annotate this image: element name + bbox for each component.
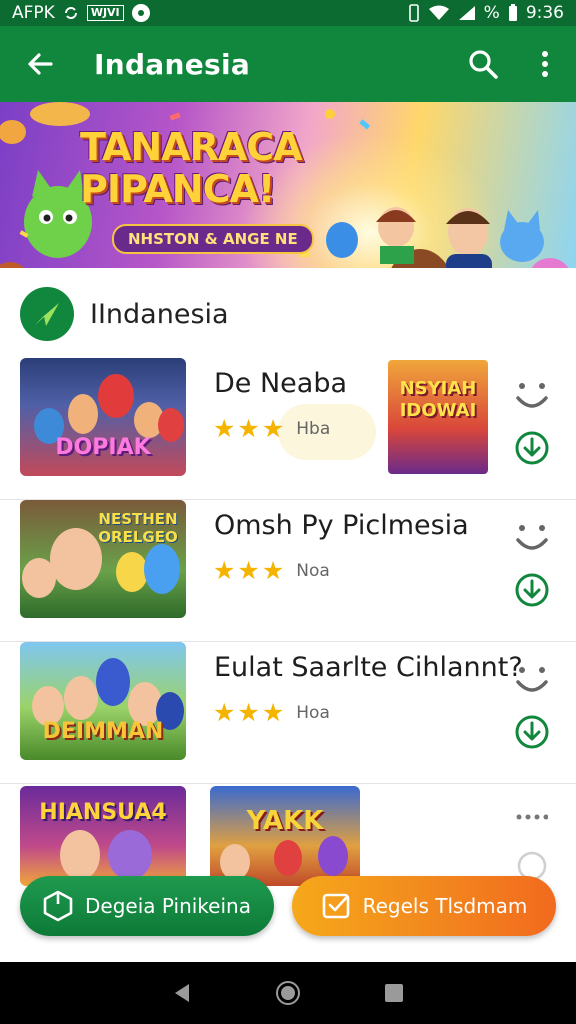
star-icon: ★ [261,698,285,727]
star-icon: ★ [261,414,285,443]
system-nav-bar [0,962,576,1024]
section-header: IIndanesia [0,268,576,360]
rating-label: Noa [296,560,330,581]
nav-home-icon[interactable] [275,980,301,1006]
vibrate-icon [408,4,419,22]
search-button[interactable] [452,26,514,102]
section-logo [20,287,74,341]
wifi-icon [428,5,449,20]
game-thumbnail[interactable]: DOPIAK [20,358,186,476]
sync-icon [64,7,77,19]
banner-subtitle: NHSTON & ANGE NE [112,224,314,254]
favorite-face-icon[interactable] [512,380,552,412]
star-icon: ★ [237,556,260,585]
banner-title: TANARACA PIPANCA! [80,126,320,210]
secondary-action-label: Regels Tlsdmam [362,894,528,918]
star-icon: ★ [237,698,260,727]
star-icon: ★ [261,556,285,585]
more-button[interactable] [514,26,576,102]
favorite-face-icon[interactable] [512,522,552,554]
back-button[interactable] [0,26,80,102]
battery-percent-icon: % [483,3,500,23]
status-bar: AFPK WJVI % 9:36 [0,0,576,26]
primary-action-label: Degeia Pinikeina [85,894,251,918]
check-box-icon [322,893,349,919]
secondary-action-button[interactable]: Regels Tlsdmam [292,876,556,936]
more-horiz-icon[interactable] [516,812,548,822]
game-thumbnail[interactable]: DEIMMAN [20,642,186,760]
download-icon[interactable] [514,572,550,608]
list-item[interactable]: NESTHEN ORELGEO Omsh Py Piclmesia ★ ★ ★ … [0,500,576,642]
banner-title-line2: PIPANCA! [80,167,275,211]
nav-recents-icon[interactable] [383,982,405,1004]
star-icon: ★ [213,698,236,727]
search-icon [469,50,498,79]
paper-plane-icon [35,303,59,326]
rating: ★ ★ ★ Hba [213,416,330,441]
game-thumbnail[interactable]: NESTHEN ORELGEO [20,500,186,618]
promo-banner[interactable]: TANARACA PIPANCA! NHSTON & ANGE NE [0,102,576,268]
game-thumbnail-secondary[interactable]: NSYIAH IDOWAI [388,360,488,474]
signal-icon [458,6,475,20]
favorite-face-icon[interactable] [512,664,552,696]
thumbnail-title: NSYIAH IDOWAI [399,378,477,421]
rating: ★ ★ ★ Hoa [213,700,330,725]
thumbnail-title: DEIMMAN [42,719,164,744]
list-item[interactable]: HIANSUA4 YAKK [0,786,576,886]
status-left-text: AFPK [12,3,55,23]
thumbnail-title: DOPIAK [55,435,151,460]
hexagon-icon [43,890,73,922]
star-icon: ★ [213,414,236,443]
record-icon [131,4,150,22]
thumbnail-title: YAKK [246,806,324,836]
more-vert-icon [542,51,548,77]
game-thumbnail[interactable]: HIANSUA4 [20,786,186,886]
status-time: 9:36 [525,3,564,23]
item-title[interactable]: De Neaba [214,368,347,399]
item-title[interactable]: Eulat Saarlte Cihlannt? [214,652,523,683]
rating-label: Hba [296,418,331,439]
download-icon[interactable] [514,714,550,750]
banner-title-line1: TANARACA [80,125,303,169]
section-title: IIndanesia [90,298,229,330]
item-title[interactable]: Omsh Py Piclmesia [214,510,469,541]
status-box: WJVI [86,5,124,21]
battery-icon [508,4,517,21]
download-icon[interactable] [514,430,550,466]
nav-back-icon[interactable] [171,982,193,1004]
game-thumbnail-secondary[interactable]: YAKK [210,786,360,886]
star-icon: ★ [213,556,236,585]
thumbnail-title: NESTHEN ORELGEO [98,510,178,546]
list-item[interactable]: DOPIAK De Neaba ★ ★ ★ Hba NSYIAH IDOWAI [0,358,576,500]
thumbnail-title: HIANSUA4 [39,800,167,825]
app-bar: Indanesia [0,26,576,102]
star-icon: ★ [237,414,260,443]
primary-action-button[interactable]: Degeia Pinikeina [20,876,274,936]
list-item[interactable]: DEIMMAN Eulat Saarlte Cihlannt? ★ ★ ★ Ho… [0,642,576,784]
rating: ★ ★ ★ Noa [213,558,330,583]
rating-label: Hoa [296,702,330,723]
app-title: Indanesia [94,47,251,81]
arrow-back-icon [28,53,53,75]
